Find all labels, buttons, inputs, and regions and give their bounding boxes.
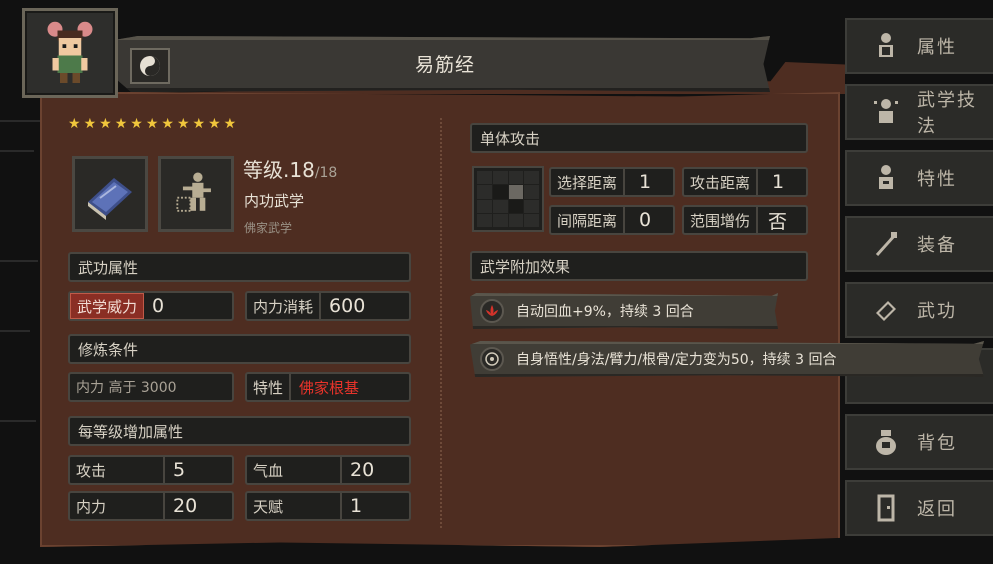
skill-level: 等级.18/18 bbox=[243, 158, 338, 182]
section-header-requirements: 修炼条件 bbox=[68, 334, 411, 364]
sidebar-item-equipment[interactable]: 装备 bbox=[845, 216, 993, 272]
per-level-attack: 攻击 5 bbox=[68, 455, 234, 485]
inner-power-cost-stat: 内力消耗 600 bbox=[245, 291, 411, 321]
per-level-hp: 气血 20 bbox=[245, 455, 411, 485]
character-sprite-icon bbox=[47, 21, 93, 83]
requirement-trait: 特性 佛家根基 bbox=[245, 372, 411, 402]
blue-book-icon bbox=[88, 178, 132, 220]
star-icon: ★ bbox=[145, 116, 159, 132]
person-icon bbox=[873, 30, 899, 62]
sidebar: 属性 武学技法 特性 装备 武功 背包 返回 bbox=[843, 0, 993, 564]
trait-person-icon bbox=[873, 162, 899, 194]
star-icon: ★ bbox=[130, 116, 143, 132]
yin-yang-icon bbox=[130, 48, 170, 84]
attack-range-grid bbox=[472, 166, 544, 232]
column-divider bbox=[440, 118, 442, 528]
target-icon bbox=[480, 347, 504, 371]
star-icon: ★ bbox=[176, 116, 190, 132]
door-icon bbox=[873, 492, 899, 524]
skill-type: 内功武学 bbox=[244, 192, 305, 210]
star-icon: ★ bbox=[114, 116, 128, 132]
skill-stars: ★ ★ ★ ★ ★ ★ ★ ★ ★ ★ ★ bbox=[68, 116, 236, 132]
bag-icon bbox=[873, 426, 899, 458]
star-icon: ★ bbox=[192, 116, 206, 132]
interval-range-stat: 间隔距离 0 bbox=[549, 205, 675, 235]
star-icon: ★ bbox=[223, 116, 237, 132]
sidebar-item-label: 特性 bbox=[917, 169, 957, 190]
star-icon: ★ bbox=[99, 116, 112, 132]
star-icon: ★ bbox=[83, 116, 97, 132]
skill-book-slot[interactable] bbox=[72, 156, 148, 232]
select-range-stat: 选择距离 1 bbox=[549, 167, 675, 197]
sidebar-item-label: 背包 bbox=[917, 433, 957, 454]
effect-item: 自身悟性/身法/臂力/根骨/定力变为50，持续 3 回合 bbox=[470, 341, 984, 377]
sidebar-item-martial-arts[interactable]: 武功 bbox=[845, 282, 993, 338]
section-header-single-attack: 单体攻击 bbox=[470, 123, 808, 153]
star-icon: ★ bbox=[68, 116, 81, 132]
sidebar-item-label: 武学技法 bbox=[917, 90, 977, 137]
area-damage-stat: 范围增伤 否 bbox=[682, 205, 808, 235]
sidebar-item-traits[interactable]: 特性 bbox=[845, 150, 993, 206]
book-icon bbox=[873, 294, 899, 326]
sidebar-item-attributes[interactable]: 属性 bbox=[845, 18, 993, 74]
character-avatar[interactable] bbox=[22, 8, 118, 98]
sidebar-item-backpack[interactable]: 背包 bbox=[845, 414, 993, 470]
requirement-inner-power: 内力 高于 3000 bbox=[68, 372, 234, 402]
star-icon: ★ bbox=[208, 116, 221, 132]
power-stat: 武学威力 0 bbox=[68, 291, 234, 321]
effect-item: 自动回血+9%，持续 3 回合 bbox=[470, 293, 778, 329]
skill-pose-slot[interactable] bbox=[158, 156, 234, 232]
sidebar-item-label: 武功 bbox=[917, 301, 957, 322]
sidebar-item-label: 返回 bbox=[917, 499, 957, 520]
lotus-icon bbox=[480, 299, 504, 323]
sidebar-item-return[interactable]: 返回 bbox=[845, 480, 993, 536]
skill-person-icon bbox=[873, 96, 899, 128]
sidebar-item-label: 属性 bbox=[917, 37, 957, 58]
section-header-attrs: 武功属性 bbox=[68, 252, 411, 282]
section-header-extra-effects: 武学附加效果 bbox=[470, 251, 808, 281]
skill-school: 佛家武学 bbox=[244, 221, 293, 235]
per-level-inner-power: 内力 20 bbox=[68, 491, 234, 521]
skill-title: 易筋经 bbox=[414, 54, 475, 76]
sidebar-item-label: 装备 bbox=[917, 235, 957, 256]
sidebar-item-martial-techniques[interactable]: 武学技法 bbox=[845, 84, 993, 140]
section-header-per-level: 每等级增加属性 bbox=[68, 416, 411, 446]
star-icon: ★ bbox=[161, 116, 174, 132]
per-level-talent: 天赋 1 bbox=[245, 491, 411, 521]
sword-icon bbox=[873, 228, 899, 260]
attack-range-stat: 攻击距离 1 bbox=[682, 167, 808, 197]
meditation-pose-icon bbox=[176, 172, 211, 212]
